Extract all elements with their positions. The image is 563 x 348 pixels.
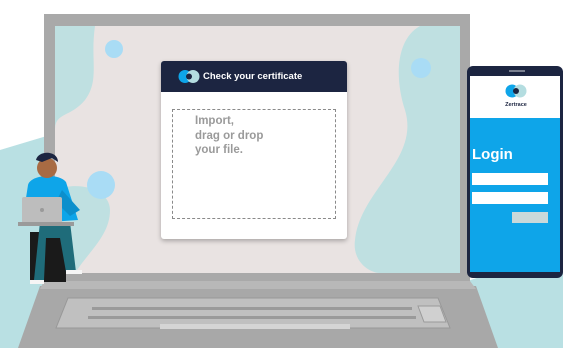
keyboard-row: [88, 316, 416, 319]
deco-circle: [87, 171, 115, 199]
phone-speaker: [509, 70, 525, 72]
certificate-card: Check your certificate Import, drag or d…: [161, 61, 347, 239]
drop-zone-text: Import, drag or drop your file.: [195, 114, 315, 158]
deco-circle: [411, 58, 431, 78]
laptop-hinge: [40, 281, 476, 289]
drop-line: Import,: [195, 115, 234, 127]
drop-line: drag or drop: [195, 129, 264, 142]
certificate-title: Check your certificate: [203, 71, 303, 82]
login-submit-button[interactable]: [512, 212, 548, 223]
drop-line: your file.: [195, 144, 243, 156]
login-password-field[interactable]: [472, 192, 548, 204]
certificate-header: Check your certificate: [161, 61, 347, 92]
keyboard-row: [92, 307, 412, 310]
spacebar: [160, 324, 350, 329]
login-title: Login: [472, 146, 513, 163]
deco-circle: [105, 40, 123, 58]
login-username-field[interactable]: [472, 173, 548, 185]
zertrace-logo-icon: [178, 70, 200, 83]
keyboard: [55, 297, 451, 329]
phone-brand-name: Zertrace: [505, 102, 527, 108]
zertrace-logo-icon: [505, 84, 527, 98]
